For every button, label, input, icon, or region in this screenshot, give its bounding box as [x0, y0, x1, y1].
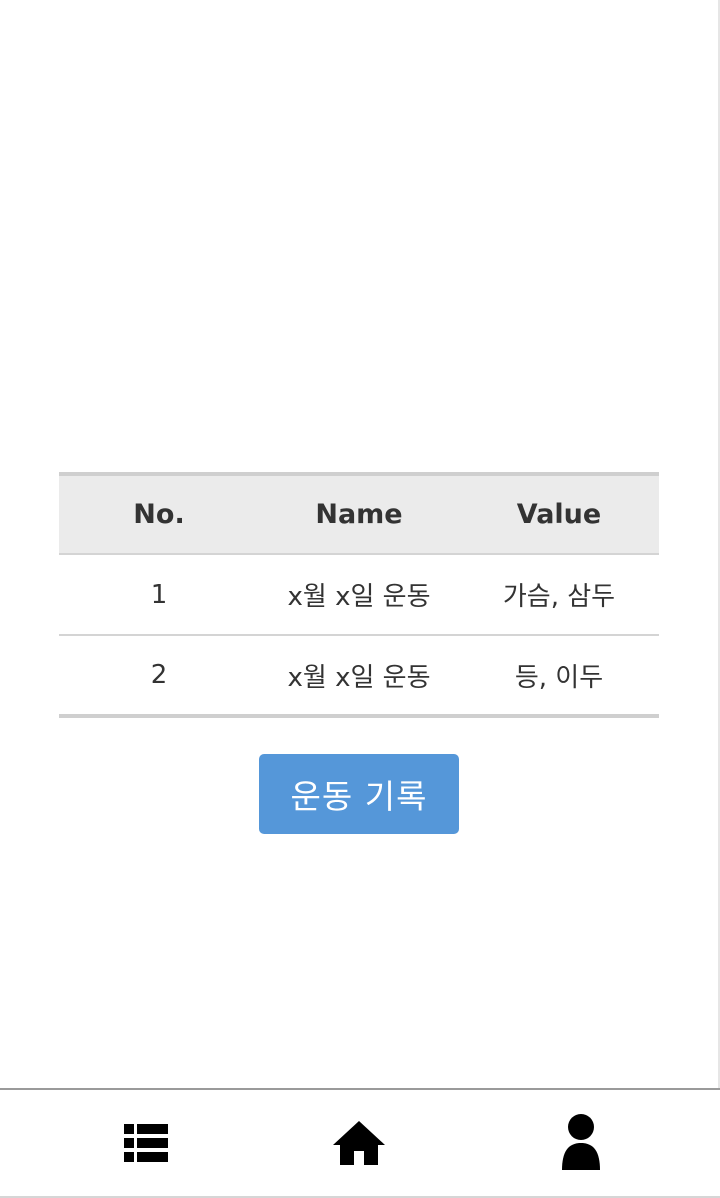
record-workout-button[interactable]: 운동 기록	[259, 754, 459, 834]
home-icon	[333, 1121, 385, 1165]
workout-records-table: No. Name Value 1 x월 x일 운동 가슴, 삼두 2 x월 x일…	[59, 472, 659, 718]
cell-no: 1	[59, 554, 259, 636]
workout-screen: No. Name Value 1 x월 x일 운동 가슴, 삼두 2 x월 x일…	[0, 0, 720, 1198]
list-icon	[124, 1124, 168, 1162]
user-icon	[562, 1114, 600, 1172]
cell-name: x월 x일 운동	[287, 662, 431, 693]
cell-name: x월 x일 운동	[259, 554, 459, 636]
cell-value: 등, 이두	[514, 662, 604, 693]
cell-no: 2	[150, 660, 168, 690]
header-name: Name	[259, 474, 459, 555]
header-value: Value	[459, 474, 659, 555]
nav-list-button[interactable]	[86, 1090, 206, 1196]
nav-home-button[interactable]	[299, 1090, 419, 1196]
table-row[interactable]: 2 x월 x일 운동 등, 이두	[59, 635, 659, 716]
bottom-nav	[0, 1088, 720, 1198]
header-no: No.	[59, 474, 259, 555]
table-header-row: No. Name Value	[59, 474, 659, 555]
nav-profile-button[interactable]	[521, 1090, 641, 1196]
table-row[interactable]: 1 x월 x일 운동 가슴, 삼두	[59, 554, 659, 636]
cell-value: 가슴, 삼두	[459, 554, 659, 636]
